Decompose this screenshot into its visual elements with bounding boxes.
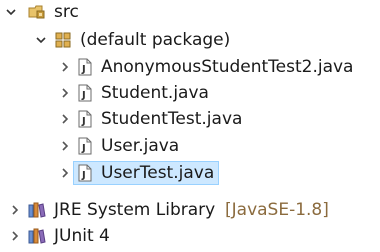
svg-text:J: J bbox=[81, 170, 86, 181]
chevron-right-icon[interactable] bbox=[58, 86, 72, 100]
svg-text:J: J bbox=[81, 64, 86, 75]
tree-node-label: User.java bbox=[101, 136, 180, 156]
chevron-right-icon[interactable] bbox=[58, 166, 72, 180]
chevron-down-icon[interactable] bbox=[4, 5, 18, 19]
tree-node-label: AnonymousStudentTest2.java bbox=[101, 57, 354, 77]
chevron-down-icon[interactable] bbox=[34, 33, 48, 47]
java-file-icon: J bbox=[76, 164, 94, 182]
chevron-right-icon[interactable] bbox=[58, 60, 72, 74]
java-file-icon: J bbox=[76, 84, 94, 102]
library-icon bbox=[28, 201, 46, 219]
tree-node-label: StudentTest.java bbox=[101, 109, 243, 129]
package-icon bbox=[54, 31, 72, 49]
package-explorer-tree: src (default package) J AnonymousStudent… bbox=[0, 0, 380, 252]
java-file-icon: J bbox=[76, 58, 94, 76]
tree-node-file[interactable]: J User.java bbox=[0, 134, 380, 158]
tree-node-junit[interactable]: JUnit 4 bbox=[0, 224, 380, 248]
tree-node-label: Student.java bbox=[101, 83, 209, 103]
svg-text:J: J bbox=[81, 143, 86, 154]
tree-node-file-selected[interactable]: J UserTest.java bbox=[0, 161, 380, 185]
tree-node-label: JUnit 4 bbox=[54, 226, 110, 246]
tree-node-label: UserTest.java bbox=[101, 163, 215, 183]
tree-node-file[interactable]: J StudentTest.java bbox=[0, 107, 380, 131]
tree-node-file[interactable]: J AnonymousStudentTest2.java bbox=[0, 55, 380, 79]
tree-node-jre-library[interactable]: JRE System Library [JavaSE-1.8] bbox=[0, 198, 380, 222]
chevron-right-icon[interactable] bbox=[58, 139, 72, 153]
tree-node-file[interactable]: J Student.java bbox=[0, 81, 380, 105]
tree-node-src[interactable]: src bbox=[0, 0, 380, 24]
java-file-icon: J bbox=[76, 110, 94, 128]
tree-node-label: src bbox=[54, 2, 79, 22]
tree-node-default-package[interactable]: (default package) bbox=[0, 28, 380, 52]
chevron-right-icon[interactable] bbox=[8, 203, 22, 217]
tree-node-decoration: [JavaSE-1.8] bbox=[225, 200, 329, 220]
tree-node-label: (default package) bbox=[80, 30, 231, 50]
svg-text:J: J bbox=[81, 116, 86, 127]
source-folder-icon bbox=[28, 3, 46, 21]
java-file-icon: J bbox=[76, 137, 94, 155]
chevron-right-icon[interactable] bbox=[8, 229, 22, 243]
chevron-right-icon[interactable] bbox=[58, 112, 72, 126]
svg-text:J: J bbox=[81, 90, 86, 101]
library-icon bbox=[28, 227, 46, 245]
tree-node-label: JRE System Library bbox=[54, 200, 216, 220]
